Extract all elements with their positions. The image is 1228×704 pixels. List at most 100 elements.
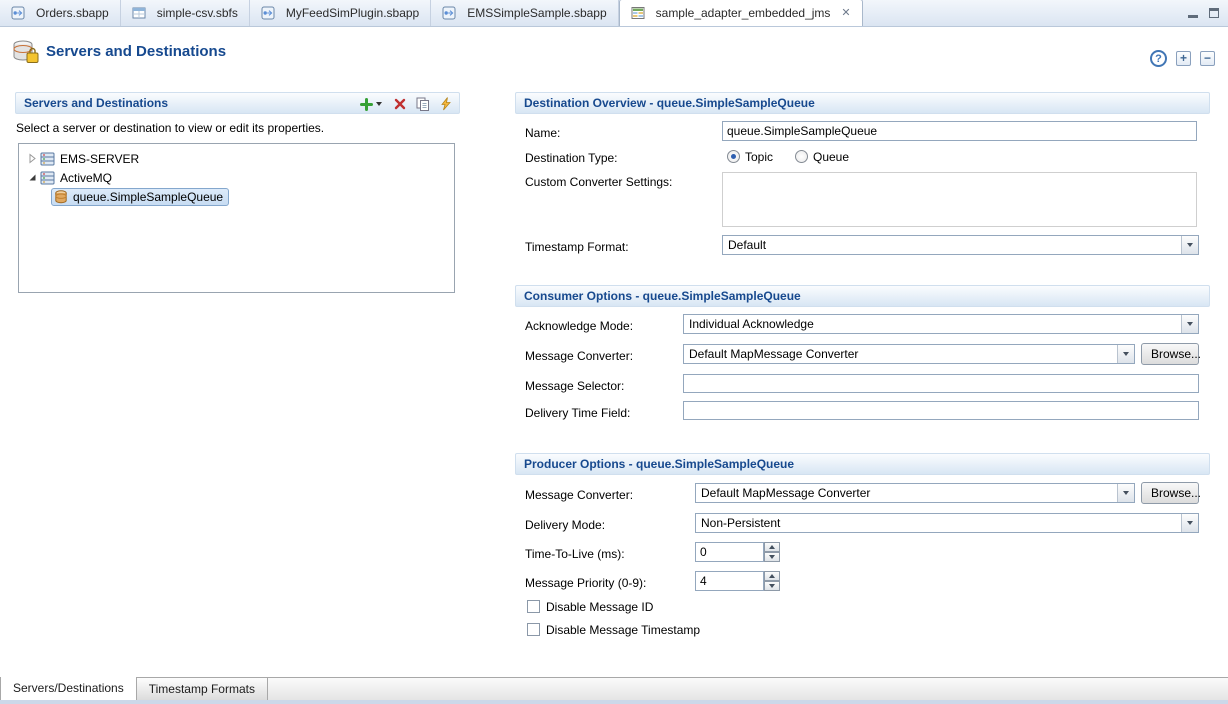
timestamp-format-value: Default [728, 238, 1178, 252]
copy-icon[interactable] [415, 96, 431, 112]
time-to-live-label: Time-To-Live (ms): [525, 547, 625, 561]
destination-overview-header: Destination Overview - queue.SimpleSampl… [515, 92, 1210, 114]
producer-message-converter-select[interactable]: Default MapMessage Converter [695, 483, 1135, 503]
producer-options-section: Producer Options - queue.SimpleSampleQue… [515, 453, 1210, 678]
maximize-icon[interactable] [1209, 8, 1219, 18]
message-priority-stepper[interactable] [695, 571, 781, 591]
topic-radio[interactable] [727, 150, 740, 163]
queue-icon [54, 190, 68, 204]
stepper-buttons [764, 571, 780, 591]
tab-label: Orders.sbapp [36, 6, 109, 20]
page-title: Servers and Destinations [46, 43, 226, 60]
delete-icon[interactable] [392, 96, 408, 112]
stepper-buttons [764, 542, 780, 562]
expand-sections-icon[interactable]: + [1176, 51, 1191, 66]
queue-radio-label[interactable]: Queue [813, 150, 849, 164]
chevron-down-icon[interactable] [1117, 484, 1134, 502]
time-to-live-stepper[interactable] [695, 542, 781, 562]
producer-message-converter-label: Message Converter: [525, 488, 633, 502]
tab-myfeedsimplugin-sbapp[interactable]: MyFeedSimPlugin.sbapp [250, 0, 431, 26]
tab-servers-destinations[interactable]: Servers/Destinations [0, 677, 137, 701]
stepper-up-icon[interactable] [764, 542, 780, 552]
servers-tree[interactable]: EMS-SERVER ActiveMQ queue.SimpleSampleQu… [18, 143, 455, 293]
delivery-time-field-label: Delivery Time Field: [525, 406, 630, 420]
consumer-options-section: Consumer Options - queue.SimpleSampleQue… [515, 285, 1210, 453]
close-icon[interactable]: ✕ [841, 8, 850, 19]
chevron-down-icon[interactable] [1181, 236, 1198, 254]
chevron-collapsed-icon[interactable] [25, 153, 40, 164]
tree-item-activemq[interactable]: ActiveMQ [19, 168, 454, 187]
tab-emssimplesample-sbapp[interactable]: EMSSimpleSample.sbapp [431, 0, 618, 26]
disable-message-id-label[interactable]: Disable Message ID [546, 600, 653, 614]
help-icon[interactable]: ? [1150, 50, 1167, 67]
editor-tab-bar: Orders.sbapp simple-csv.sbfs MyFeedSimPl… [0, 0, 1228, 27]
delivery-time-field-input[interactable] [683, 401, 1199, 420]
destination-overview-section: Destination Overview - queue.SimpleSampl… [515, 92, 1210, 285]
chevron-down-icon[interactable] [1181, 514, 1198, 532]
collapse-sections-icon[interactable]: − [1200, 51, 1215, 66]
consumer-browse-button[interactable]: Browse... [1141, 343, 1199, 365]
consumer-message-converter-value: Default MapMessage Converter [689, 347, 1114, 361]
chevron-down-icon[interactable] [1117, 345, 1134, 363]
tab-label: MyFeedSimPlugin.sbapp [286, 6, 419, 20]
tab-simple-csv-sbfs[interactable]: simple-csv.sbfs [121, 0, 250, 26]
timestamp-format-label: Timestamp Format: [525, 240, 629, 254]
add-dropdown-icon[interactable] [376, 96, 385, 112]
stepper-up-icon[interactable] [764, 571, 780, 581]
section-title: Producer Options - queue.SimpleSampleQue… [524, 457, 794, 471]
tree-item-label: queue.SimpleSampleQueue [73, 190, 223, 204]
acknowledge-mode-label: Acknowledge Mode: [525, 319, 633, 333]
bottom-tab-bar: Servers/Destinations Timestamp Formats [0, 677, 1228, 700]
time-to-live-input[interactable] [695, 542, 764, 562]
custom-converter-settings-textarea[interactable] [722, 172, 1197, 227]
minimize-icon[interactable] [1188, 9, 1198, 18]
producer-message-converter-value: Default MapMessage Converter [701, 486, 1114, 500]
tab-label: sample_adapter_embedded_jms [656, 6, 831, 20]
section-title: Destination Overview - queue.SimpleSampl… [524, 96, 815, 110]
tree-selected-item[interactable]: queue.SimpleSampleQueue [51, 188, 229, 206]
timestamp-format-select[interactable]: Default [722, 235, 1199, 255]
window-bottom-edge [0, 700, 1228, 704]
chevron-down-icon[interactable] [1181, 315, 1198, 333]
consumer-options-header: Consumer Options - queue.SimpleSampleQue… [515, 285, 1210, 307]
servers-section-title: Servers and Destinations [24, 96, 168, 110]
queue-radio[interactable] [795, 150, 808, 163]
view-window-controls [1188, 8, 1219, 18]
tab-sample-adapter-embedded-jms[interactable]: sample_adapter_embedded_jms ✕ [619, 0, 863, 26]
wizard-lightning-icon[interactable] [438, 96, 454, 112]
destination-type-label: Destination Type: [525, 151, 618, 165]
servers-section-header: Servers and Destinations [15, 92, 460, 114]
tab-timestamp-formats[interactable]: Timestamp Formats [137, 678, 268, 701]
instruction-text: Select a server or destination to view o… [16, 121, 460, 135]
sbapp-file-icon [442, 6, 456, 20]
message-selector-label: Message Selector: [525, 379, 624, 393]
producer-browse-button[interactable]: Browse... [1141, 482, 1199, 504]
message-priority-input[interactable] [695, 571, 764, 591]
add-icon[interactable] [358, 96, 374, 112]
disable-message-timestamp-checkbox[interactable] [527, 623, 540, 636]
stepper-down-icon[interactable] [764, 581, 780, 591]
message-selector-input[interactable] [683, 374, 1199, 393]
editor-header: Servers and Destinations ? + − [0, 27, 1228, 89]
tree-item-queue-simplesamplequeue[interactable]: queue.SimpleSampleQueue [19, 187, 454, 206]
properties-panel: Destination Overview - queue.SimpleSampl… [515, 92, 1210, 678]
disable-message-id-checkbox[interactable] [527, 600, 540, 613]
consumer-message-converter-select[interactable]: Default MapMessage Converter [683, 344, 1135, 364]
server-icon [40, 171, 55, 185]
delivery-mode-label: Delivery Mode: [525, 518, 605, 532]
chevron-expanded-icon[interactable] [25, 172, 40, 183]
sbapp-file-icon [261, 6, 275, 20]
disable-message-timestamp-label[interactable]: Disable Message Timestamp [546, 623, 700, 637]
servers-panel: Servers and Destinations Select a server… [15, 92, 460, 293]
stepper-down-icon[interactable] [764, 552, 780, 562]
tree-item-ems-server[interactable]: EMS-SERVER [19, 149, 454, 168]
tree-item-label: EMS-SERVER [60, 152, 139, 166]
tab-orders-sbapp[interactable]: Orders.sbapp [0, 0, 121, 26]
name-label: Name: [525, 126, 560, 140]
acknowledge-mode-select[interactable]: Individual Acknowledge [683, 314, 1199, 334]
consumer-message-converter-label: Message Converter: [525, 349, 633, 363]
jms-adapter-icon [12, 38, 40, 69]
delivery-mode-select[interactable]: Non-Persistent [695, 513, 1199, 533]
topic-radio-label[interactable]: Topic [745, 150, 773, 164]
name-input[interactable] [722, 121, 1197, 141]
